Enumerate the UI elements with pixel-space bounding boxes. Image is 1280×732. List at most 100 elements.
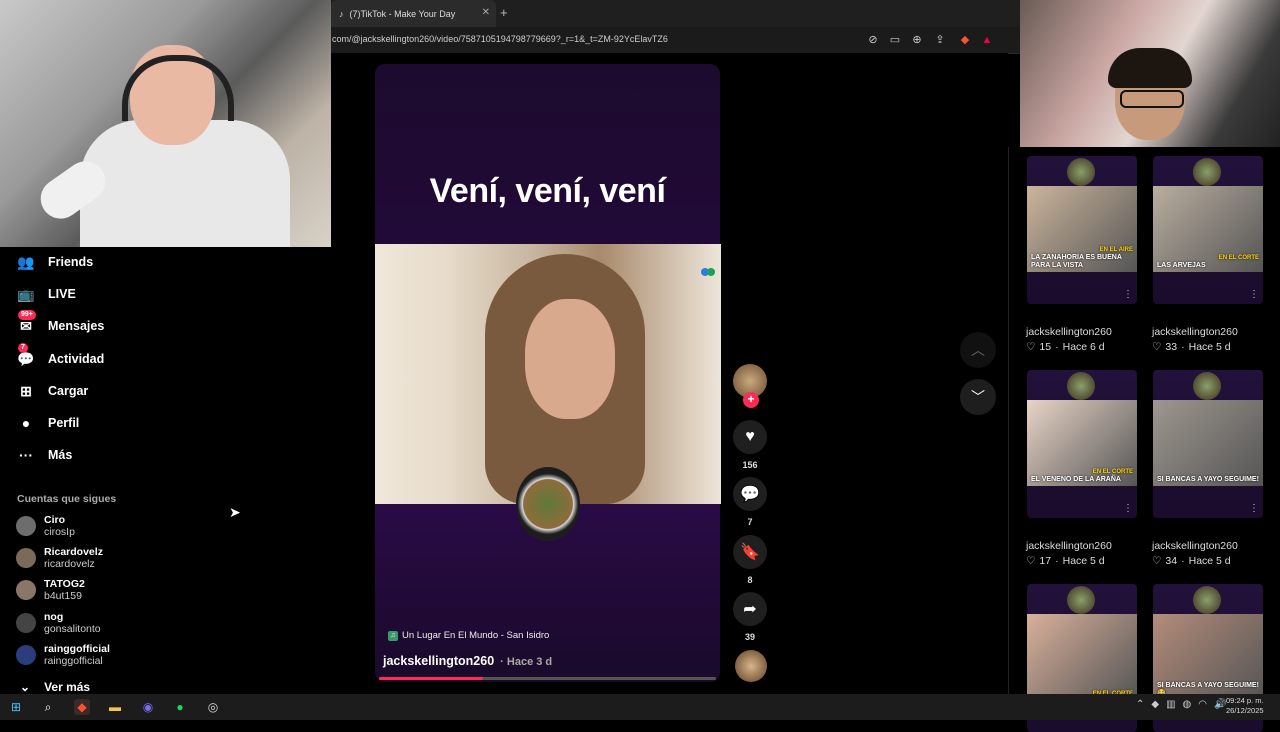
avatar [16,645,36,665]
wifi-icon[interactable]: ◠ [1198,699,1207,710]
spotify-icon[interactable]: ● [172,699,188,715]
sidebar-item-cargar[interactable]: ⊞ Cargar [16,381,88,401]
clock[interactable]: 09:24 p. m. 26/12/2025 [1226,696,1264,716]
sidebar-item-mensajes[interactable]: ✉ 99+ Mensajes [16,310,104,336]
related-username: jackskellington260 [1152,326,1238,338]
creator-avatar [1067,372,1095,400]
search-icon[interactable]: ⌕ [40,699,56,715]
system-tray[interactable]: ⌃ ◆ ▥ ◍ ◠ 🔊 [1136,699,1226,710]
save-action[interactable]: 🔖 8 [733,535,767,585]
account-handle: cirosIp [44,526,75,538]
picture-in-picture-icon[interactable]: ▭ [888,33,902,47]
related-video-thumbnail[interactable]: SI BANCAS A YAYO SEGUIME! ⋮ [1153,370,1263,518]
video-progress-bar[interactable] [379,677,716,680]
thumbnail-text: EN EL AIRE LA ZANAHORIA ES BUENA PARA LA … [1031,246,1133,270]
webcam-streamer [0,0,331,247]
followed-account[interactable]: Ricardovelz ricardovelz [16,546,103,570]
related-like-count: 34 [1165,555,1178,567]
tray-app-icon[interactable]: ◆ [1151,699,1159,710]
next-video-button[interactable]: ﹀ [960,379,996,415]
sidebar-item-actividad[interactable]: 💬 7 Actividad [16,343,105,369]
sidebar-item-label: Friends [48,255,94,269]
browser-tab[interactable]: ♪ (7)TikTok - Make Your Day ✕ [331,0,496,27]
thumbnail-caption: SI BANCAS A YAYO SEGUIME! [1157,476,1259,483]
windows-start-icon[interactable]: ⊞ [8,699,24,715]
url-text[interactable]: com/@jackskellington260/video/7587105194… [332,34,668,44]
video-caption: Vení, vení, vení [429,172,666,210]
chevron-up-icon[interactable]: ⌃ [1136,699,1144,710]
chevron-down-icon: ⌄ [20,680,31,694]
followed-account[interactable]: nog gonsalitonto [16,611,101,635]
related-video-thumbnail[interactable]: EN EL AIRE LA ZANAHORIA ES BUENA PARA LA … [1027,156,1137,304]
related-like-count: 17 [1039,555,1052,567]
brave-shield-icon[interactable]: ◆ [958,33,972,47]
file-explorer-icon[interactable]: ▬ [107,699,123,715]
sidebar-item-label: Actividad [48,352,105,366]
clock-time: 09:24 p. m. [1226,696,1264,705]
related-video-meta[interactable]: jackskellington260 ♡ 34 · Hace 5 d [1152,540,1272,567]
comment-count: 7 [747,517,753,527]
sidebar-item-label: Más [48,448,73,462]
creator-avatar [1193,372,1221,400]
heart-icon[interactable]: ♥ [733,420,767,454]
separator: · [1055,555,1059,567]
steam-icon[interactable]: ◍ [1183,699,1192,710]
related-video-thumbnail[interactable]: EN EL CORTE EL VENENO DE LA ARAÑA ⋮ [1027,370,1137,518]
video-author[interactable]: jackskellington260 · Hace 3 d [383,654,552,668]
more-options-icon[interactable]: ⋮ [1249,289,1259,300]
sidebar-item-m-s[interactable]: ··· Más [16,445,72,465]
more-options-icon[interactable]: ⋮ [1123,289,1133,300]
zoom-icon[interactable]: ⊕ [910,33,924,47]
more-icon: ··· [19,447,33,463]
messages-icon: ✉ 99+ [16,310,36,336]
tab-close-icon[interactable]: ✕ [482,7,490,18]
share-action[interactable]: ➦ 39 [733,592,767,642]
sidebar-item-live[interactable]: 📺 LIVE [16,284,76,304]
comment-icon[interactable]: 💬 [733,477,767,511]
tiktok-favicon-icon: ♪ [339,8,344,19]
more-options-icon[interactable]: ⋮ [1249,503,1259,514]
creator-avatar [1193,158,1221,186]
related-post-time: Hace 6 d [1062,341,1105,353]
share-icon[interactable]: ⇪ [933,33,947,47]
new-tab-button[interactable]: + [500,5,508,20]
music-tag[interactable]: ♫ Un Lugar En El Mundo - San Isidro [388,630,549,641]
creator-avatar [1067,158,1095,186]
brave-browser-icon[interactable]: ◆ [74,699,90,715]
comment-action[interactable]: 💬 7 [733,477,767,527]
followed-account[interactable]: TATOG2 b4ut159 [16,578,85,602]
video-sticker [516,467,580,541]
upload-icon: ⊞ [20,382,32,399]
related-video-meta[interactable]: jackskellington260 ♡ 15 · Hace 6 d [1026,326,1146,353]
brave-rewards-icon[interactable]: ▲ [980,33,994,47]
heart-outline-icon: ♡ [1026,555,1036,567]
share-arrow-icon[interactable]: ➦ [733,592,767,626]
discord-icon[interactable]: ◉ [140,699,156,715]
music-disc-icon[interactable] [735,650,767,682]
related-post-time: Hace 5 d [1188,555,1231,567]
volume-icon[interactable]: 🔊 [1214,699,1226,710]
see-more-button[interactable]: ⌄ Ver más [20,680,90,694]
following-title: Cuentas que sigues [17,493,117,505]
obs-icon[interactable]: ◎ [205,699,221,715]
related-video-meta[interactable]: jackskellington260 ♡ 33 · Hace 5 d [1152,326,1272,353]
separator: · [1181,555,1185,567]
followed-account[interactable]: rainggofficial rainggofficial [16,643,110,667]
bookmark-icon[interactable]: 🔖 [733,535,767,569]
more-options-icon[interactable]: ⋮ [1123,503,1133,514]
related-video-thumbnail[interactable]: EN EL CORTE LAS ARVEJAS ⋮ [1153,156,1263,304]
network-icon[interactable]: ▥ [1166,699,1175,710]
sidebar-item-friends[interactable]: 👥 Friends [16,252,93,272]
related-video-meta[interactable]: jackskellington260 ♡ 17 · Hace 5 d [1026,540,1146,567]
friends-icon: 👥 [17,253,35,270]
activity-icon: 💬 7 [17,343,35,367]
previous-video-button[interactable]: ︿ [960,332,996,368]
related-like-count: 33 [1165,341,1178,353]
like-action[interactable]: ♥ 156 [733,420,767,470]
followed-account[interactable]: Ciro cirosIp [16,514,75,538]
reader-mode-icon[interactable]: ⊘ [866,33,880,47]
share-count: 39 [744,632,755,642]
video-frame[interactable] [375,244,721,504]
sidebar-item-perfil[interactable]: ● Perfil [16,413,80,433]
follow-button[interactable]: + [743,392,759,408]
